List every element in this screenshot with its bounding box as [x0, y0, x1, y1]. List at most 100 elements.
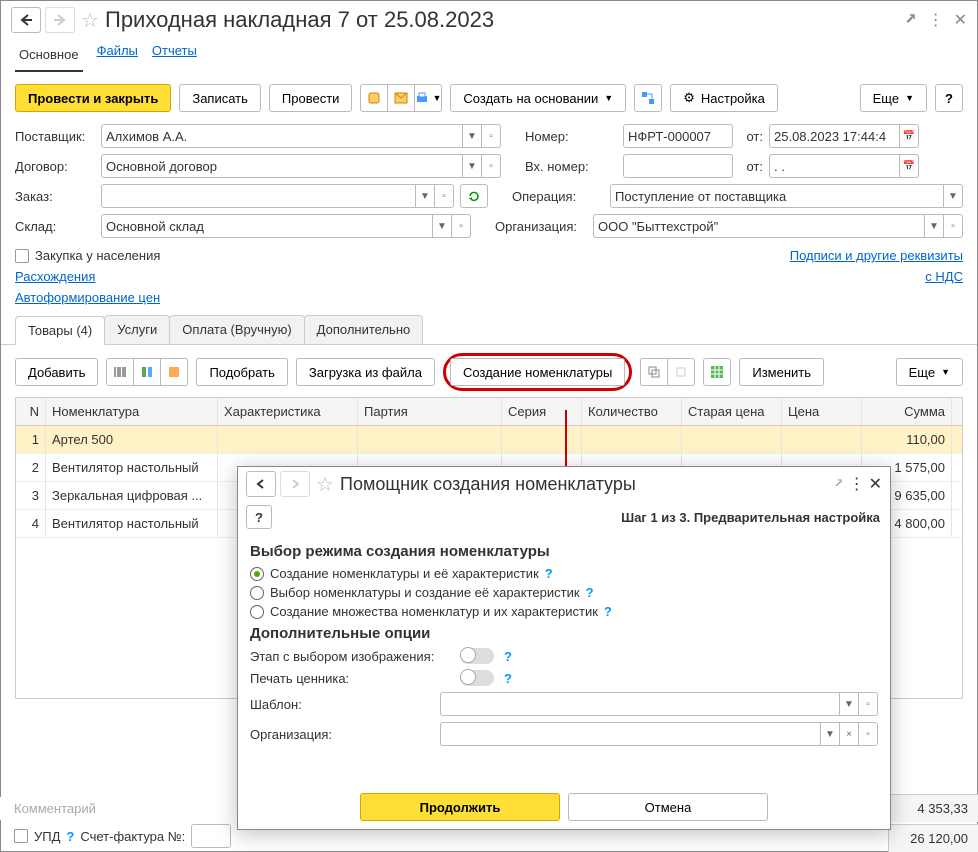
close-icon[interactable]: ✕ [954, 10, 967, 30]
more2-button[interactable]: Еще ▼ [896, 358, 963, 386]
discrep-link[interactable]: Расхождения [15, 269, 95, 284]
tab-payment[interactable]: Оплата (Вручную) [169, 315, 304, 344]
open-icon[interactable]: ▫ [481, 124, 501, 148]
col-char[interactable]: Характеристика [218, 398, 358, 425]
scan2-icon[interactable] [160, 358, 188, 386]
col-old[interactable]: Старая цена [682, 398, 782, 425]
open-icon[interactable]: ▫ [858, 722, 878, 746]
col-nomen[interactable]: Номенклатура [46, 398, 218, 425]
forward-button[interactable] [45, 7, 75, 33]
open-icon[interactable]: ▫ [451, 214, 471, 238]
number-field[interactable]: НФРТ-000007 [623, 124, 733, 148]
toggle-price[interactable] [460, 670, 494, 686]
col-series[interactable]: Серия [502, 398, 582, 425]
radio-create[interactable]: Создание номенклатуры и её характеристик… [250, 566, 878, 581]
invoice-field[interactable] [191, 824, 231, 848]
calendar-icon[interactable]: 📅 [899, 154, 919, 178]
continue-button[interactable]: Продолжить [360, 793, 560, 821]
dropdown-icon[interactable]: ▼ [415, 184, 435, 208]
attach-icon[interactable] [360, 84, 388, 112]
date-field[interactable]: 25.08.2023 17:44:4 [769, 124, 900, 148]
structure-icon[interactable] [634, 84, 662, 112]
help-button[interactable]: ? [935, 84, 963, 112]
paste-icon[interactable] [667, 358, 695, 386]
copy-icon[interactable] [640, 358, 668, 386]
col-batch[interactable]: Партия [358, 398, 502, 425]
create-based-button[interactable]: Создать на основании ▼ [450, 84, 626, 112]
dropdown-icon[interactable]: ▼ [462, 154, 482, 178]
operation-field[interactable]: Поступление от поставщика [610, 184, 944, 208]
dropdown-icon[interactable]: ▼ [943, 184, 963, 208]
dlg-back[interactable] [246, 471, 276, 497]
settings-button[interactable]: ⚙ Настройка [670, 84, 778, 112]
clear-icon[interactable]: × [839, 722, 859, 746]
dlg-help[interactable]: ? [246, 505, 272, 529]
calendar-icon[interactable]: 📅 [899, 124, 919, 148]
post-close-button[interactable]: Провести и закрыть [15, 84, 171, 112]
scan1-icon[interactable] [133, 358, 161, 386]
hint-icon[interactable]: ? [504, 649, 512, 664]
col-qty[interactable]: Количество [582, 398, 682, 425]
hint-icon[interactable]: ? [586, 585, 594, 600]
tab-extra[interactable]: Дополнительно [304, 315, 424, 344]
tab-reports[interactable]: Отчеты [152, 43, 197, 72]
load-button[interactable]: Загрузка из файла [296, 358, 435, 386]
col-n[interactable]: N [16, 398, 46, 425]
order-field[interactable] [101, 184, 416, 208]
dropdown-icon[interactable]: ▼ [839, 692, 859, 716]
pop-purchase-check[interactable]: Закупка у населения [15, 248, 160, 263]
warehouse-field[interactable]: Основной склад [101, 214, 433, 238]
dlg-fwd[interactable] [280, 471, 310, 497]
refresh-order-icon[interactable] [460, 184, 488, 208]
post-button[interactable]: Провести [269, 84, 353, 112]
autoprice-link[interactable]: Автоформирование цен [15, 290, 160, 305]
cancel-button[interactable]: Отмена [568, 793, 768, 821]
grid-icon[interactable] [703, 358, 731, 386]
star-icon[interactable]: ☆ [314, 473, 336, 495]
close-icon[interactable]: ✕ [869, 474, 882, 494]
signatures-link[interactable]: Подписи и другие реквизиты [790, 248, 963, 263]
back-button[interactable] [11, 7, 41, 33]
table-row[interactable]: 1 Артел 500 110,00 [16, 426, 962, 454]
dropdown-icon[interactable]: ▼ [924, 214, 944, 238]
dropdown-icon[interactable]: ▼ [820, 722, 840, 746]
open-icon[interactable]: ▫ [943, 214, 963, 238]
org-field[interactable]: ООО "Быттехстрой" [593, 214, 925, 238]
open-icon[interactable]: ▫ [434, 184, 454, 208]
tab-services[interactable]: Услуги [104, 315, 170, 344]
barcode-icon[interactable] [106, 358, 134, 386]
in-number-field[interactable] [623, 154, 733, 178]
radio-multi[interactable]: Создание множества номенклатур и их хара… [250, 604, 878, 619]
dlg-org-field[interactable] [440, 722, 821, 746]
pick-button[interactable]: Подобрать [196, 358, 287, 386]
more-icon[interactable]: ⋮ [849, 474, 865, 494]
template-field[interactable] [440, 692, 840, 716]
hint-icon[interactable]: ? [545, 566, 553, 581]
favorite-icon[interactable]: ☆ [79, 9, 101, 31]
add-button[interactable]: Добавить [15, 358, 98, 386]
dropdown-icon[interactable]: ▼ [462, 124, 482, 148]
link-icon[interactable] [902, 12, 918, 28]
toggle-image[interactable] [460, 648, 494, 664]
upd-check[interactable] [14, 829, 28, 843]
more-button[interactable]: Еще ▼ [860, 84, 927, 112]
create-nomen-button[interactable]: Создание номенклатуры [450, 358, 625, 386]
col-sum[interactable]: Сумма [862, 398, 952, 425]
hint-icon[interactable]: ? [66, 829, 74, 844]
dropdown-icon[interactable]: ▼ [432, 214, 452, 238]
save-button[interactable]: Записать [179, 84, 261, 112]
vat-link[interactable]: с НДС [925, 269, 963, 284]
supplier-field[interactable]: Алхимов А.А. [101, 124, 463, 148]
radio-select[interactable]: Выбор номенклатуры и создание её характе… [250, 585, 878, 600]
edit-button[interactable]: Изменить [739, 358, 824, 386]
tab-main[interactable]: Основное [15, 43, 83, 72]
tab-goods[interactable]: Товары (4) [15, 316, 105, 345]
tab-files[interactable]: Файлы [97, 43, 138, 72]
more-icon[interactable]: ⋮ [928, 10, 944, 30]
open-icon[interactable]: ▫ [858, 692, 878, 716]
open-icon[interactable]: ▫ [481, 154, 501, 178]
contract-field[interactable]: Основной договор [101, 154, 463, 178]
hint-icon[interactable]: ? [604, 604, 612, 619]
print-icon[interactable]: ▼ [414, 84, 442, 112]
mail-icon[interactable] [387, 84, 415, 112]
